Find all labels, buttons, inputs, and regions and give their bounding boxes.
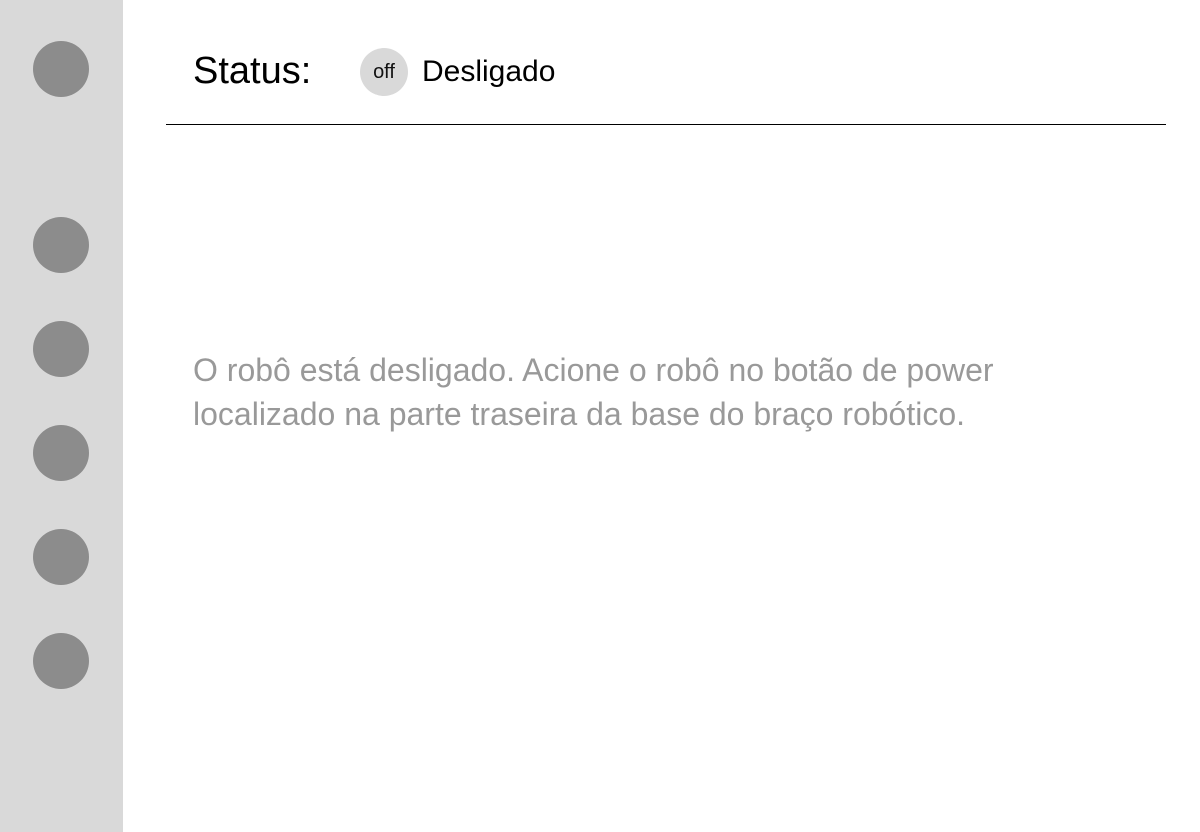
status-label: Status: — [193, 50, 312, 92]
sidebar-nav-button-5[interactable] — [33, 529, 89, 585]
sidebar-nav-button-4[interactable] — [33, 425, 89, 481]
sidebar-nav-button-1[interactable] — [33, 41, 89, 97]
status-text: Desligado — [422, 55, 556, 88]
status-badge: off — [360, 48, 408, 96]
sidebar-nav-button-2[interactable] — [33, 217, 89, 273]
robot-off-message: O robô está desligado. Acione o robô no … — [193, 352, 994, 432]
sidebar — [0, 0, 123, 832]
sidebar-nav-button-6[interactable] — [33, 633, 89, 689]
header-divider — [166, 124, 1166, 125]
sidebar-nav-button-3[interactable] — [33, 321, 89, 377]
